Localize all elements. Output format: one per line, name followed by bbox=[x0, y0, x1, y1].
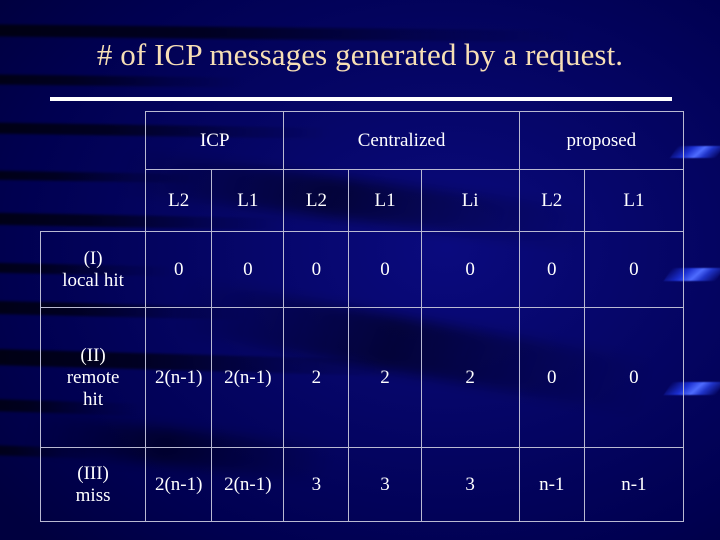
cell-r3-c2: 2(n-1) bbox=[211, 447, 285, 522]
cell-r3-c6: n-1 bbox=[518, 447, 585, 522]
row-label-line2: local hit bbox=[62, 269, 124, 291]
data-table-container: ICP Centralized proposed L2 L1 L2 L1 Li … bbox=[39, 111, 685, 522]
cell-r2-c7: 0 bbox=[583, 307, 685, 448]
sub-header-centralized-l2: L2 bbox=[283, 169, 350, 232]
row-label-line1: (II) bbox=[80, 344, 106, 366]
cell-r3-c5: 3 bbox=[420, 447, 520, 522]
row-label-line2: miss bbox=[75, 484, 111, 506]
cell-r1-c4: 0 bbox=[348, 231, 422, 308]
icp-message-table: ICP Centralized proposed L2 L1 L2 L1 Li … bbox=[39, 111, 685, 522]
cell-r2-c5: 2 bbox=[420, 307, 520, 448]
cell-r1-c1: 0 bbox=[145, 231, 213, 308]
row-label-line3: hit bbox=[83, 388, 104, 410]
slide-title: # of ICP messages generated by a request… bbox=[96, 37, 624, 72]
cell-r3-c7: n-1 bbox=[583, 447, 685, 522]
cell-r2-c1: 2(n-1) bbox=[145, 307, 213, 448]
row-label-line2: remote bbox=[66, 366, 120, 388]
sub-header-icp-l2: L2 bbox=[145, 169, 213, 232]
sub-header-centralized-li: Li bbox=[420, 169, 520, 232]
row-label-line1: (III) bbox=[77, 462, 109, 484]
table-row: (I) local hit 0 0 0 0 0 0 0 bbox=[39, 231, 685, 308]
cell-r2-c4: 2 bbox=[348, 307, 422, 448]
cell-r2-c2: 2(n-1) bbox=[211, 307, 285, 448]
cell-r1-c2: 0 bbox=[211, 231, 285, 308]
background-band bbox=[0, 74, 245, 88]
row-label-local-hit: (I) local hit bbox=[39, 231, 147, 308]
sub-header-proposed-l2: L2 bbox=[518, 169, 585, 232]
group-header-icp: ICP bbox=[145, 111, 285, 170]
cell-r3-c4: 3 bbox=[348, 447, 422, 522]
cell-r2-c6: 0 bbox=[518, 307, 585, 448]
table-row: (III) miss 2(n-1) 2(n-1) 3 3 3 n-1 n-1 bbox=[39, 447, 685, 522]
title-divider bbox=[50, 97, 672, 101]
group-header-proposed: proposed bbox=[518, 111, 685, 170]
group-header-centralized: Centralized bbox=[283, 111, 520, 170]
table-corner-cell-2 bbox=[41, 170, 146, 232]
sub-header-proposed-l1: L1 bbox=[583, 169, 685, 232]
cell-r1-c7: 0 bbox=[583, 231, 685, 308]
sub-header-centralized-l1: L1 bbox=[348, 169, 422, 232]
row-label-line1: (I) bbox=[83, 247, 103, 269]
cell-r1-c5: 0 bbox=[420, 231, 520, 308]
sub-header-icp-l1: L1 bbox=[211, 169, 285, 232]
cell-r3-c1: 2(n-1) bbox=[145, 447, 213, 522]
cell-r2-c3: 2 bbox=[283, 307, 350, 448]
table-group-header-row: ICP Centralized proposed bbox=[41, 111, 685, 170]
row-label-miss: (III) miss bbox=[39, 447, 147, 522]
cell-r1-c3: 0 bbox=[283, 231, 350, 308]
table-row: (II) remote hit 2(n-1) 2(n-1) 2 2 2 0 0 bbox=[39, 307, 685, 448]
cell-r3-c3: 3 bbox=[283, 447, 350, 522]
table-sub-header-row: L2 L1 L2 L1 Li L2 L1 bbox=[41, 169, 685, 232]
slide-canvas: # of ICP messages generated by a request… bbox=[0, 0, 720, 540]
cell-r1-c6: 0 bbox=[518, 231, 585, 308]
table-corner-cell bbox=[41, 112, 146, 170]
row-label-remote-hit: (II) remote hit bbox=[39, 307, 147, 448]
